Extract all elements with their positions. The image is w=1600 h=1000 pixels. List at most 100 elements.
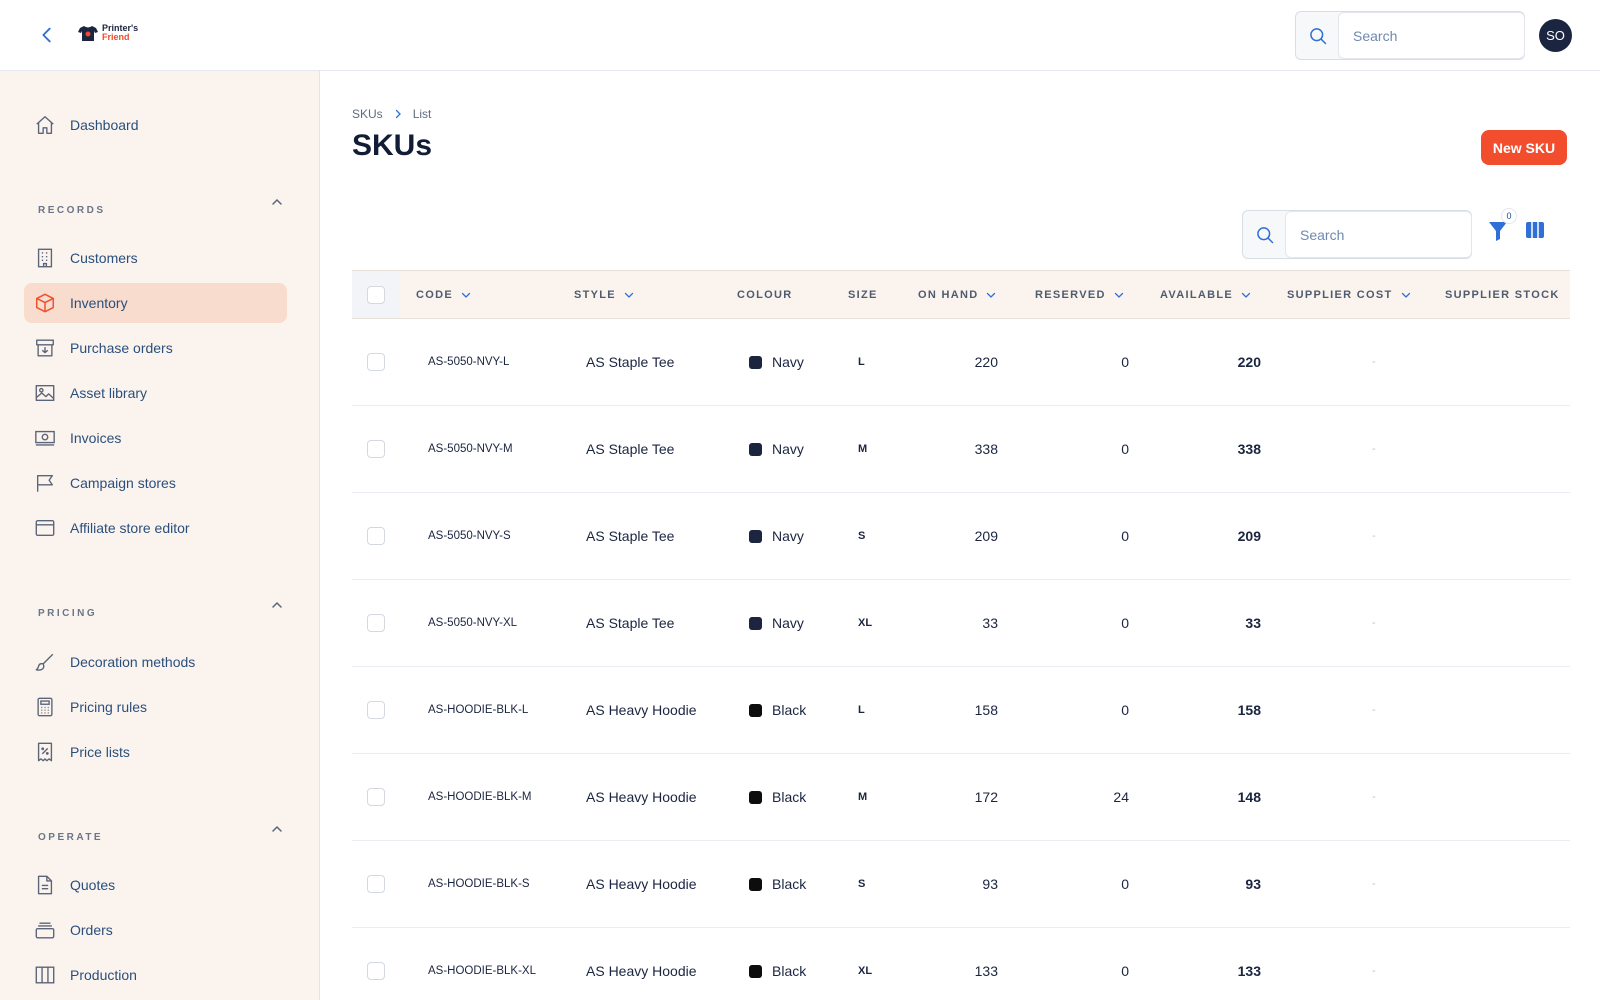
sidebar-item-price-lists[interactable]: Price lists <box>24 732 287 772</box>
cell-style: AS Staple Tee <box>586 528 675 544</box>
colour-swatch <box>749 442 762 456</box>
cell-reserved: 0 <box>1121 963 1129 979</box>
cell-reserved: 0 <box>1121 615 1129 631</box>
browser-window-icon <box>35 519 55 537</box>
cell-reserved: 0 <box>1121 702 1129 718</box>
cell-reserved: 0 <box>1121 876 1129 892</box>
sidebar-item-campaign-stores[interactable]: Campaign stores <box>24 463 287 503</box>
search-icon <box>1257 227 1274 244</box>
column-header-available[interactable]: AVAILABLE <box>1160 271 1251 318</box>
table-row[interactable]: AS-HOODIE-BLK-S AS Heavy Hoodie Black S 93 0 9… <box>352 841 1570 928</box>
chevron-up-icon[interactable] <box>270 195 284 209</box>
table-row[interactable]: AS-HOODIE-BLK-L AS Heavy Hoodie Black L 158 0… <box>352 667 1570 754</box>
cell-colour: Navy <box>749 580 804 666</box>
sidebar-item-invoices[interactable]: Invoices <box>24 418 287 458</box>
row-checkbox[interactable] <box>367 527 385 545</box>
sidebar-item-pricing-rules[interactable]: Pricing rules <box>24 687 287 727</box>
sidebar-item-customers[interactable]: Customers <box>24 238 287 278</box>
table-row[interactable]: AS-HOODIE-BLK-M AS Heavy Hoodie Black M 172 2… <box>352 754 1570 841</box>
cell-supplier-cost: - <box>1372 704 1376 716</box>
skus-table: CODE STYLE COLOUR SIZE ON HAND RESERVED … <box>352 270 1570 1000</box>
breadcrumb-skus[interactable]: SKUs <box>352 107 383 121</box>
cell-on-hand: 33 <box>982 615 998 631</box>
tshirt-logo-icon <box>78 25 98 41</box>
cell-size: S <box>858 530 866 542</box>
column-header-reserved[interactable]: RESERVED <box>1035 271 1124 318</box>
avatar[interactable]: SO <box>1539 19 1572 52</box>
colour-swatch <box>749 703 762 717</box>
columns-toggle-icon[interactable] <box>1525 221 1545 239</box>
chevron-down-icon <box>1114 292 1123 298</box>
colour-swatch <box>749 355 762 369</box>
column-label: AVAILABLE <box>1160 288 1234 301</box>
flag-icon <box>36 474 54 492</box>
main-content: SKUs List SKUs New SKU 0 CODE STYLE COLO… <box>321 71 1600 1000</box>
table-search-input[interactable] <box>1285 211 1472 258</box>
sidebar-item-dashboard[interactable]: Dashboard <box>24 105 287 145</box>
table-row[interactable]: AS-5050-NVY-XL AS Staple Tee Navy XL 33 0 33 - <box>352 580 1570 667</box>
row-checkbox[interactable] <box>367 353 385 371</box>
row-checkbox[interactable] <box>367 701 385 719</box>
row-checkbox[interactable] <box>367 614 385 632</box>
cell-colour: Black <box>749 928 806 1000</box>
sidebar-item-label: Asset library <box>70 385 148 401</box>
cell-code: AS-5050-NVY-M <box>428 443 513 455</box>
column-header-supplier-stock: SUPPLIER STOCK <box>1445 271 1560 318</box>
row-checkbox[interactable] <box>367 875 385 893</box>
sidebar-item-asset-library[interactable]: Asset library <box>24 373 287 413</box>
home-icon <box>36 116 54 134</box>
sidebar-item-production[interactable]: Production <box>24 955 287 995</box>
sidebar-item-decoration-methods[interactable]: Decoration methods <box>24 642 287 682</box>
section-heading-records: RECORDS <box>38 205 106 216</box>
column-header-style[interactable]: STYLE <box>574 271 634 318</box>
row-checkbox[interactable] <box>367 962 385 980</box>
banknote-icon <box>35 430 55 446</box>
cell-available: 148 <box>1237 789 1261 805</box>
cell-colour: Black <box>749 667 806 753</box>
cell-style: AS Heavy Hoodie <box>586 963 697 979</box>
new-sku-button[interactable]: New SKU <box>1481 130 1567 165</box>
colour-swatch <box>749 964 762 978</box>
cell-on-hand: 93 <box>982 876 998 892</box>
cell-available: 338 <box>1237 441 1261 457</box>
column-header-size: SIZE <box>848 271 878 318</box>
global-search-input[interactable] <box>1338 12 1525 59</box>
cell-on-hand: 209 <box>974 528 998 544</box>
table-row[interactable]: AS-HOODIE-BLK-XL AS Heavy Hoodie Black XL 13… <box>352 928 1570 1000</box>
image-icon <box>35 384 55 402</box>
chevron-up-icon[interactable] <box>270 598 284 612</box>
cell-size: M <box>858 443 868 455</box>
chevron-up-icon[interactable] <box>270 822 284 836</box>
search-icon <box>1310 28 1327 45</box>
column-header-code[interactable]: CODE <box>416 271 471 318</box>
sidebar-item-inventory[interactable]: Inventory <box>24 283 287 323</box>
cell-colour: Navy <box>749 493 804 579</box>
cell-style: AS Staple Tee <box>586 615 675 631</box>
sidebar-item-label: Affiliate store editor <box>70 520 190 536</box>
sidebar-item-affiliate-store-editor[interactable]: Affiliate store editor <box>24 508 287 548</box>
table-row[interactable]: AS-5050-NVY-L AS Staple Tee Navy L 220 0 220 - <box>352 319 1570 406</box>
table-row[interactable]: AS-5050-NVY-S AS Staple Tee Navy S 209 0 209 - <box>352 493 1570 580</box>
cell-available: 209 <box>1237 528 1261 544</box>
cell-style: AS Staple Tee <box>586 354 675 370</box>
colour-label: Black <box>772 876 807 892</box>
select-all-cell <box>352 271 400 318</box>
select-all-checkbox[interactable] <box>367 285 385 304</box>
table-row[interactable]: AS-5050-NVY-M AS Staple Tee Navy M 338 0 338 - <box>352 406 1570 493</box>
cell-colour: Navy <box>749 319 804 405</box>
cell-code: AS-5050-NVY-XL <box>428 617 518 629</box>
sidebar-item-purchase-orders[interactable]: Purchase orders <box>24 328 287 368</box>
row-checkbox[interactable] <box>367 788 385 806</box>
paintbrush-icon <box>35 653 54 671</box>
column-label: SUPPLIER STOCK <box>1445 288 1560 301</box>
column-header-supplier-cost[interactable]: SUPPLIER COST <box>1287 271 1411 318</box>
colour-swatch <box>749 877 762 891</box>
column-header-on-hand[interactable]: ON HAND <box>918 271 996 318</box>
sidebar-item-quotes[interactable]: Quotes <box>24 865 287 905</box>
cell-size: XL <box>858 617 873 629</box>
sidebar-item-orders[interactable]: Orders <box>24 910 287 950</box>
logo[interactable]: Printer's Friend <box>78 24 138 42</box>
chevron-left-icon[interactable] <box>36 24 58 46</box>
cell-supplier-cost: - <box>1372 443 1376 455</box>
row-checkbox[interactable] <box>367 440 385 458</box>
